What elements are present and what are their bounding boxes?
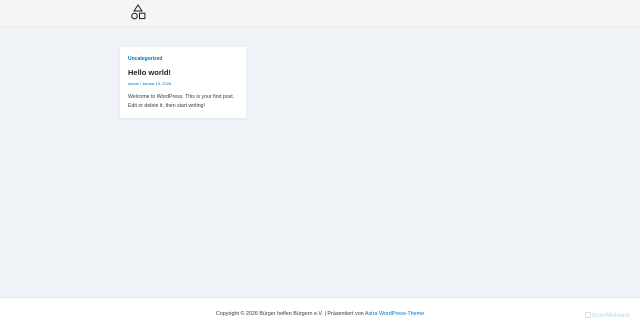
watermark-label: ScanMalware	[591, 313, 630, 319]
copyright-text: Copyright © 2026 Bürger helfen Bürgern e…	[0, 311, 640, 317]
post-card: Uncategorized Hello world! admin / Janua…	[120, 47, 246, 118]
post-meta: admin / Januar 15, 2026	[128, 81, 171, 86]
scanmalware-icon	[584, 312, 591, 318]
post-excerpt: Welcome to WordPress. This is your first…	[128, 94, 235, 109]
site-header	[0, 0, 640, 27]
post-date-link[interactable]: Januar 15, 2026	[142, 81, 171, 86]
post-title-link[interactable]: Hello world!	[128, 68, 171, 77]
post-author-link[interactable]: admin	[128, 81, 139, 86]
post-category-link[interactable]: Uncategorized	[128, 56, 162, 62]
logo-icon	[131, 4, 146, 20]
theme-link[interactable]: Astra WordPress-Theme	[365, 311, 424, 317]
copyright-label: Copyright © 2026 Bürger helfen Bürgern e…	[215, 311, 365, 317]
site-footer: Copyright © 2026 Bürger helfen Bürgern e…	[0, 297, 640, 331]
scanmalware-watermark: ScanMalware	[584, 312, 630, 319]
